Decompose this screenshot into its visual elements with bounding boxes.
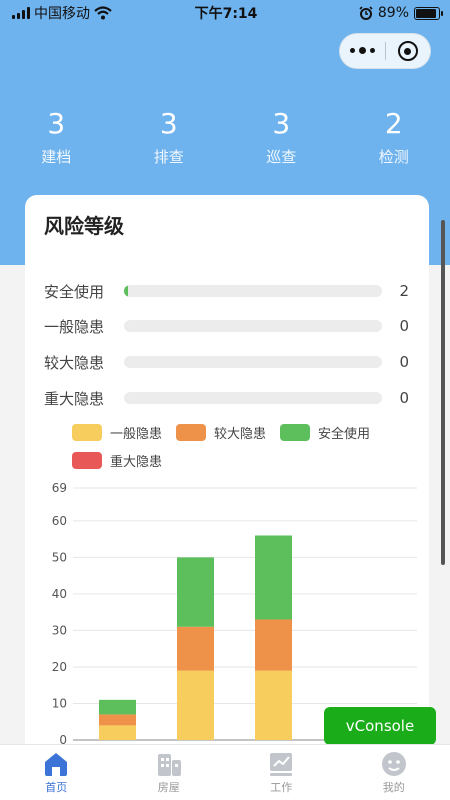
y-tick-label: 40	[52, 587, 67, 601]
risk-level-card: 风险等级 安全使用 2 一般隐患 0 较大隐患 0 重大隐患 0 一般隐患 较大…	[25, 195, 429, 755]
bottom-tab-bar: 首页 房屋 工作 我的	[0, 744, 450, 800]
tab-mine[interactable]: 我的	[338, 745, 450, 800]
stats-row: 3 建档 3 排查 3 巡查 2 检测	[0, 108, 450, 167]
stat-testing[interactable]: 2 检测	[338, 108, 450, 167]
signal-icon	[12, 7, 30, 19]
y-tick-label: 69	[52, 481, 67, 495]
legend-swatch	[72, 424, 102, 441]
card-title: 风险等级	[44, 214, 124, 238]
risk-bar-track	[124, 356, 382, 368]
bar-segment	[255, 535, 292, 620]
battery-icon	[414, 6, 443, 20]
battery-percent: 89%	[377, 5, 409, 21]
wifi-icon	[94, 6, 112, 20]
building-icon	[157, 754, 181, 776]
bar-segment	[255, 619, 292, 671]
bar-segment	[255, 670, 292, 740]
bar-segment	[99, 714, 136, 726]
target-icon	[397, 41, 418, 61]
bar-segment	[177, 670, 214, 740]
bar-segment	[99, 699, 136, 715]
profile-icon	[381, 752, 406, 776]
legend-swatch	[72, 452, 102, 469]
y-tick-label: 10	[52, 696, 67, 710]
y-tick-label: 60	[52, 514, 67, 528]
tab-building[interactable]: 房屋	[113, 745, 226, 800]
legend-item-major[interactable]: 较大隐患	[176, 423, 266, 442]
risk-row-major: 较大隐患 0	[44, 353, 409, 372]
risk-row-safe: 安全使用 2	[44, 282, 409, 301]
legend-item-safe[interactable]: 安全使用	[280, 423, 370, 442]
risk-row-general: 一般隐患 0	[44, 317, 409, 336]
legend-swatch	[176, 424, 207, 441]
risk-bar-track	[124, 320, 382, 332]
close-mini-program-button[interactable]	[386, 41, 430, 61]
bar-segment	[177, 557, 214, 627]
y-tick-label: 30	[52, 623, 67, 637]
y-tick-label: 20	[52, 660, 67, 674]
chart-legend: 一般隐患 较大隐患 安全使用 重大隐患	[72, 423, 412, 470]
vconsole-button[interactable]: vConsole	[324, 707, 436, 745]
stat-archive[interactable]: 3 建档	[0, 108, 113, 167]
legend-item-general[interactable]: 一般隐患	[72, 423, 162, 442]
tab-work[interactable]: 工作	[225, 745, 338, 800]
legend-swatch	[280, 424, 311, 441]
risk-bar-track	[124, 392, 382, 404]
bar-segment	[99, 725, 136, 740]
more-options-button[interactable]	[340, 47, 385, 54]
tab-home[interactable]: 首页	[0, 745, 113, 800]
carrier-name: 中国移动	[34, 6, 90, 22]
mini-program-capsule	[339, 33, 431, 69]
status-time: 下午7:14	[194, 6, 258, 22]
home-icon	[45, 753, 68, 776]
work-chart-icon	[270, 753, 293, 776]
alarm-icon	[359, 6, 373, 20]
risk-bar-track	[124, 285, 382, 297]
stat-patrol[interactable]: 3 巡查	[225, 108, 338, 167]
bar-segment	[177, 626, 214, 671]
stat-inspection[interactable]: 3 排查	[113, 108, 226, 167]
legend-item-severe[interactable]: 重大隐患	[72, 451, 162, 470]
scrollbar[interactable]	[441, 220, 445, 565]
status-bar: 中国移动 下午7:14 89%	[0, 0, 450, 26]
risk-row-severe: 重大隐患 0	[44, 389, 409, 408]
y-tick-label: 50	[52, 550, 67, 564]
risk-bar-fill	[124, 285, 128, 297]
